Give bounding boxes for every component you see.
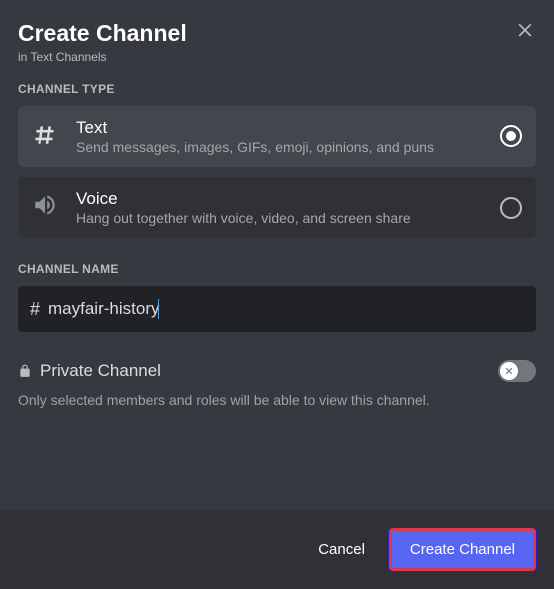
- channel-type-label: CHANNEL TYPE: [18, 82, 536, 96]
- channel-type-text-info: Text Send messages, images, GIFs, emoji,…: [76, 118, 500, 155]
- toggle-knob-off-icon: [500, 362, 518, 380]
- close-button[interactable]: [512, 18, 538, 44]
- modal-body: CHANNEL TYPE Text Send messages, images,…: [0, 68, 554, 510]
- hash-prefix-icon: #: [30, 299, 40, 320]
- channel-type-option-voice[interactable]: Voice Hang out together with voice, vide…: [18, 177, 536, 238]
- create-channel-button[interactable]: Create Channel: [389, 528, 536, 571]
- lock-icon: [18, 364, 32, 378]
- channel-name-label: CHANNEL NAME: [18, 262, 536, 276]
- radio-unselected-icon: [500, 197, 522, 219]
- channel-type-name: Voice: [76, 189, 500, 209]
- text-caret: [158, 299, 159, 319]
- private-channel-label: Private Channel: [40, 361, 498, 381]
- modal-subtitle: in Text Channels: [18, 50, 536, 64]
- radio-selected-icon: [500, 125, 522, 147]
- cancel-button[interactable]: Cancel: [302, 531, 381, 568]
- channel-name-input[interactable]: # mayfair-history: [18, 286, 536, 332]
- channel-type-desc: Send messages, images, GIFs, emoji, opin…: [76, 139, 500, 155]
- channel-type-voice-info: Voice Hang out together with voice, vide…: [76, 189, 500, 226]
- channel-type-desc: Hang out together with voice, video, and…: [76, 210, 500, 226]
- private-channel-desc: Only selected members and roles will be …: [18, 392, 536, 408]
- modal-title: Create Channel: [18, 20, 536, 48]
- speaker-icon: [32, 192, 64, 223]
- channel-type-option-text[interactable]: Text Send messages, images, GIFs, emoji,…: [18, 106, 536, 167]
- private-channel-row: Private Channel: [18, 360, 536, 382]
- create-channel-modal: Create Channel in Text Channels CHANNEL …: [0, 0, 554, 589]
- channel-type-name: Text: [76, 118, 500, 138]
- close-icon: [515, 19, 535, 44]
- modal-footer: Cancel Create Channel: [0, 510, 554, 589]
- channel-name-section: CHANNEL NAME # mayfair-history: [18, 262, 536, 332]
- private-channel-toggle[interactable]: [498, 360, 536, 382]
- channel-name-value: mayfair-history: [48, 299, 159, 319]
- modal-header: Create Channel in Text Channels: [0, 0, 554, 68]
- hash-icon: [32, 121, 64, 152]
